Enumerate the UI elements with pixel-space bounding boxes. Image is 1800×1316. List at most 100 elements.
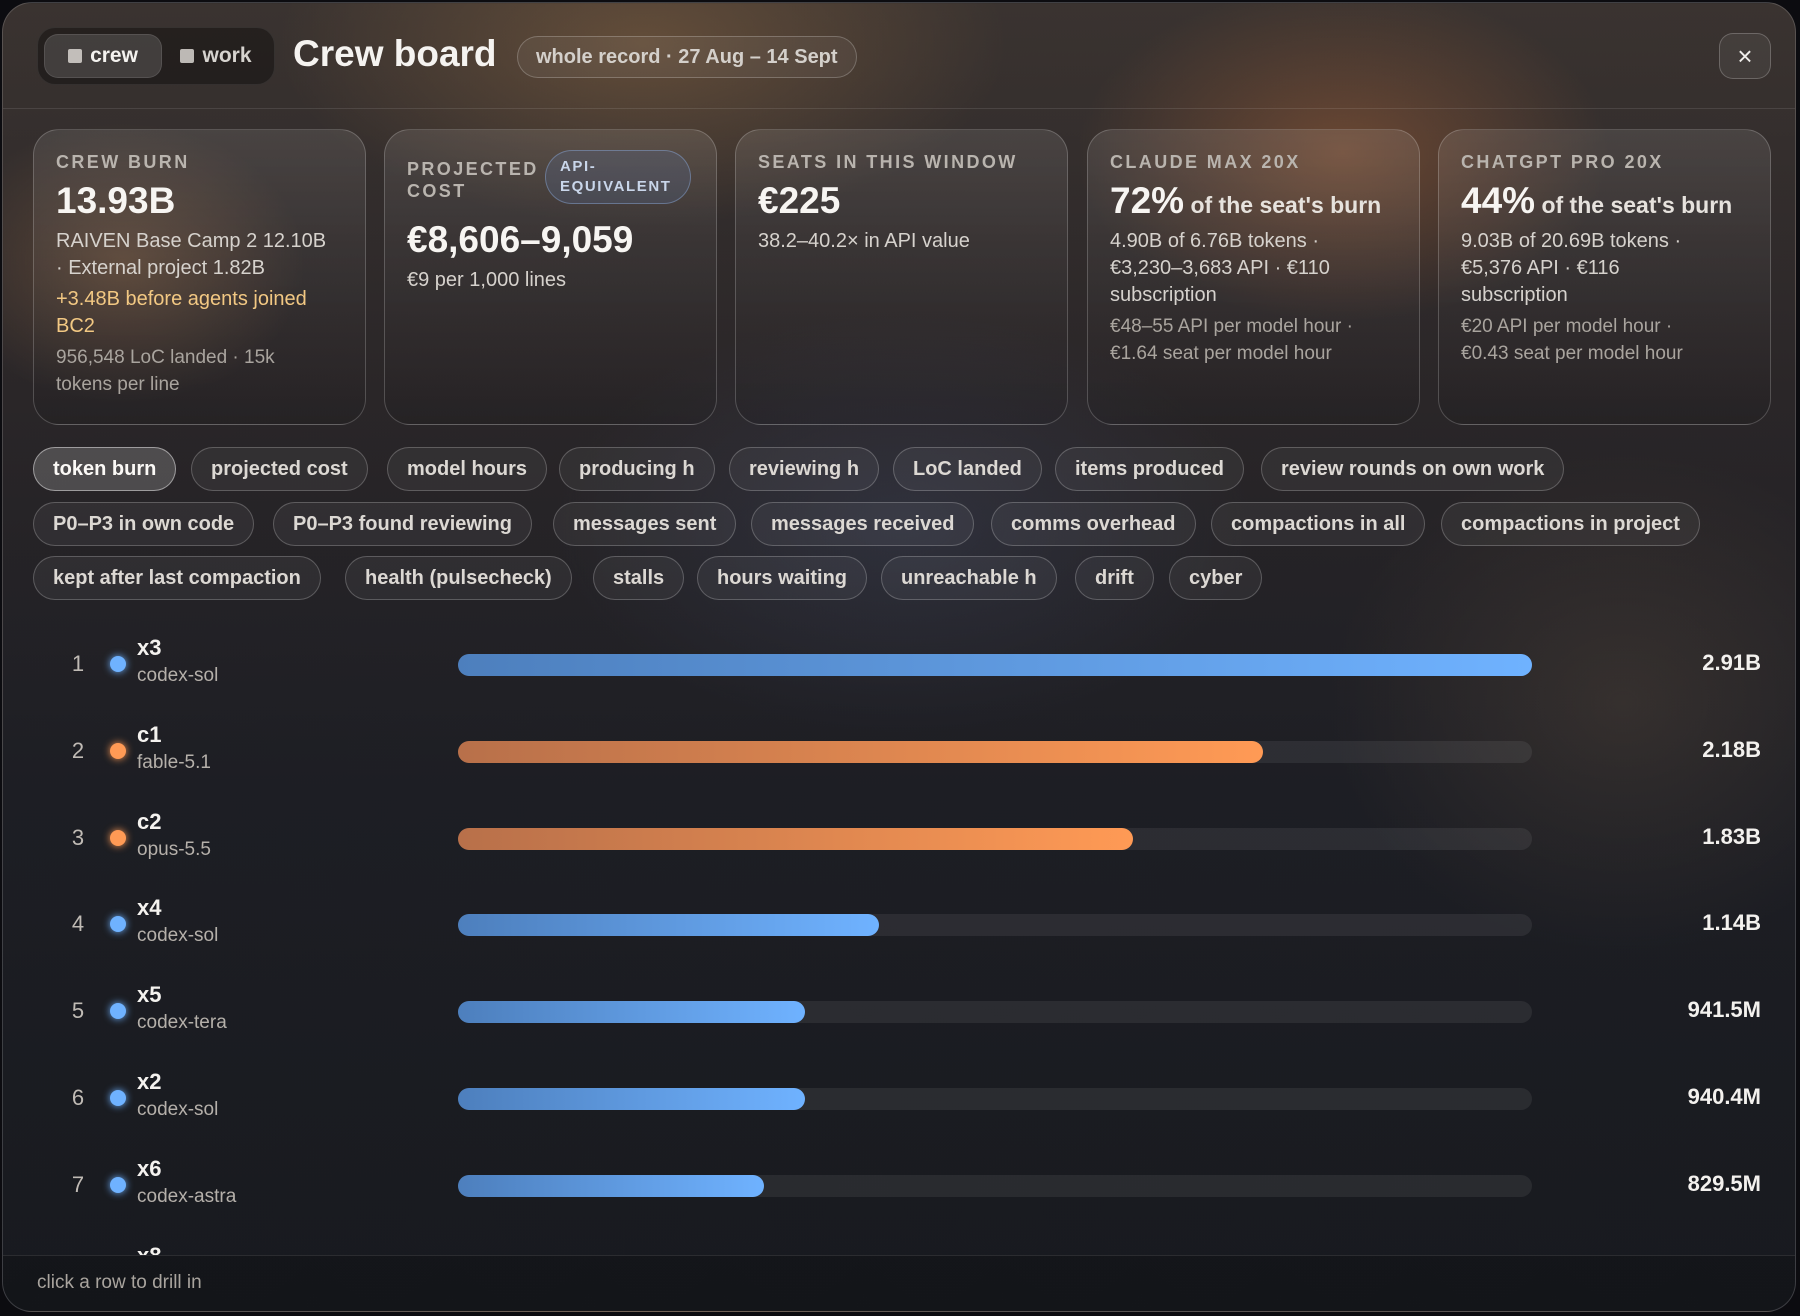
grid-icon [68, 49, 83, 63]
tab-crew[interactable]: crew [44, 34, 162, 78]
agent-name: x6 [137, 1155, 162, 1181]
view-toggle: crew work [37, 27, 275, 85]
footer: click a row to drill in [3, 1255, 1795, 1311]
card-footnote: tokens per line [56, 373, 180, 395]
card-footnote: €20 API per model hour · [1461, 315, 1673, 337]
card-footnote: 956,548 LoC landed · 15k [56, 346, 275, 368]
card-footnote: €48–55 API per model hour · [1110, 315, 1353, 337]
metric-chip-producing-h[interactable]: producing h [559, 447, 715, 491]
card-detail: €3,230–3,683 API · €110 [1110, 256, 1330, 279]
card-percent-suffix: of the seat's burn [1535, 192, 1733, 218]
metric-chip-p0-p3-reviewing[interactable]: P0–P3 found reviewing [273, 502, 532, 546]
metric-chip-token-burn[interactable]: token burn [33, 447, 177, 491]
card-detail: subscription [1110, 283, 1217, 306]
card-note: +3.48B before agents joined [56, 287, 307, 310]
row-rank: 7 [71, 1171, 85, 1197]
card-projected-cost: PROJECTED COST API- EQUIVALENT €8,606–9,… [384, 129, 717, 425]
table-row[interactable]: 7 x6 codex-astra 829.5M [3, 1144, 1795, 1230]
agent-name: c1 [137, 721, 162, 747]
agent-model: opus-5.5 [137, 838, 211, 860]
metric-chip-loc-landed[interactable]: LoC landed [893, 447, 1042, 491]
table-row[interactable]: 2 c1 fable-5.1 2.18B [3, 710, 1795, 796]
metric-chip-messages-sent[interactable]: messages sent [553, 502, 737, 546]
card-value: €225 [758, 180, 841, 221]
metric-chip-drift[interactable]: drift [1075, 556, 1154, 600]
metric-chip-review-rounds[interactable]: review rounds on own work [1261, 447, 1565, 491]
table-row[interactable]: 5 x5 codex-tera 941.5M [3, 970, 1795, 1056]
bar-fill [458, 1001, 806, 1024]
status-dot [110, 829, 126, 846]
api-equivalent-badge: API- EQUIVALENT [545, 150, 691, 204]
close-button[interactable]: × [1719, 33, 1771, 79]
crew-leaderboard: 1 x3 codex-sol 2.91B 2 c1 fable-5.1 2.18B 3 c2 opu… [3, 623, 1795, 1255]
card-detail: 38.2–40.2× in API value [758, 229, 970, 252]
bar-fill [458, 827, 1134, 850]
card-detail: 9.03B of 20.69B tokens · [1461, 229, 1682, 252]
card-detail: €5,376 API · €116 [1461, 256, 1620, 279]
card-detail: subscription [1461, 283, 1568, 306]
tab-work-label: work [202, 44, 252, 67]
agent-model: codex-astra [137, 1185, 237, 1207]
bar-fill [458, 740, 1263, 763]
card-detail: €9 per 1,000 lines [407, 268, 567, 291]
table-row[interactable]: 4 x4 codex-sol 1.14B [3, 883, 1795, 969]
card-footnote: €1.64 seat per model hour [1110, 342, 1332, 364]
row-value: 940.4M [1687, 1084, 1761, 1109]
row-value: 2.91B [1702, 650, 1761, 675]
metric-chip-messages-received[interactable]: messages received [751, 502, 975, 546]
metric-chip-compactions-all[interactable]: compactions in all [1211, 502, 1426, 546]
agent-model: fable-5.1 [137, 751, 211, 773]
card-label: CREW BURN [56, 152, 190, 172]
metric-chip-hours-waiting[interactable]: hours waiting [697, 556, 867, 600]
status-dot [110, 916, 126, 933]
bar-track [458, 1088, 1532, 1110]
grid-icon [180, 49, 195, 63]
metric-chip-cyber[interactable]: cyber [1169, 556, 1263, 600]
metric-chip-compactions-project[interactable]: compactions in project [1441, 502, 1700, 546]
date-range-badge: whole record · 27 Aug – 14 Sept [517, 36, 857, 78]
card-label: SEATS IN THIS WINDOW [758, 152, 1018, 172]
metric-chip-model-hours[interactable]: model hours [387, 447, 548, 491]
bar-track [458, 1001, 1532, 1024]
card-chatgpt-pro: CHATGPT PRO 20X 44% of the seat's burn 9… [1438, 129, 1771, 425]
bar-fill [458, 654, 1532, 676]
card-value: €8,606–9,059 [407, 219, 634, 260]
agent-model: codex-tera [137, 1012, 227, 1034]
metric-chip-projected-cost[interactable]: projected cost [191, 447, 368, 491]
table-row[interactable]: 8x8 [3, 1231, 1795, 1255]
row-value: 2.18B [1702, 736, 1761, 762]
table-row[interactable]: 6 x2 codex-sol 940.4M [3, 1057, 1795, 1143]
tab-crew-label: crew [90, 44, 138, 67]
table-row[interactable]: 1 x3 codex-sol 2.91B [3, 623, 1795, 709]
row-value: 941.5M [1687, 997, 1761, 1023]
table-row[interactable]: 3 c2 opus-5.5 1.83B [3, 797, 1795, 883]
metric-chip-kept-after-compaction[interactable]: kept after last compaction [33, 556, 321, 600]
footer-hint: click a row to drill in [37, 1272, 202, 1293]
bar-fill [458, 1088, 806, 1110]
metric-chip-comms-overhead[interactable]: comms overhead [991, 502, 1196, 546]
bar-track [458, 1174, 1532, 1197]
metric-chip-health[interactable]: health (pulsecheck) [345, 556, 572, 600]
row-value: 1.83B [1702, 823, 1761, 849]
card-note: BC2 [56, 314, 95, 337]
tab-work[interactable]: work [162, 34, 270, 78]
card-detail: RAIVEN Base Camp 2 12.10B [56, 229, 327, 252]
metric-chip-reviewing-h[interactable]: reviewing h [729, 447, 880, 491]
bar-track [458, 654, 1532, 676]
card-detail: 4.90B of 6.76B tokens · [1110, 229, 1320, 252]
metric-chip-p0-p3-own[interactable]: P0–P3 in own code [33, 502, 255, 546]
metric-chip-stalls[interactable]: stalls [593, 556, 685, 600]
metric-chip-items-produced[interactable]: items produced [1055, 447, 1244, 491]
agent-name: x5 [137, 982, 162, 1008]
crew-board-window: crew work Crew board whole record · 27 A… [2, 2, 1796, 1312]
status-dot [110, 1090, 126, 1106]
card-percent: 44% [1461, 180, 1536, 221]
bar-fill [458, 914, 879, 937]
agent-name: c2 [137, 808, 162, 834]
metric-chip-unreachable-h[interactable]: unreachable h [881, 556, 1057, 600]
header: crew work Crew board whole record · 27 A… [3, 3, 1795, 109]
badge-line: API- [560, 158, 597, 175]
bar-track [458, 740, 1532, 763]
status-dot [110, 656, 126, 672]
row-rank: 2 [71, 737, 85, 763]
